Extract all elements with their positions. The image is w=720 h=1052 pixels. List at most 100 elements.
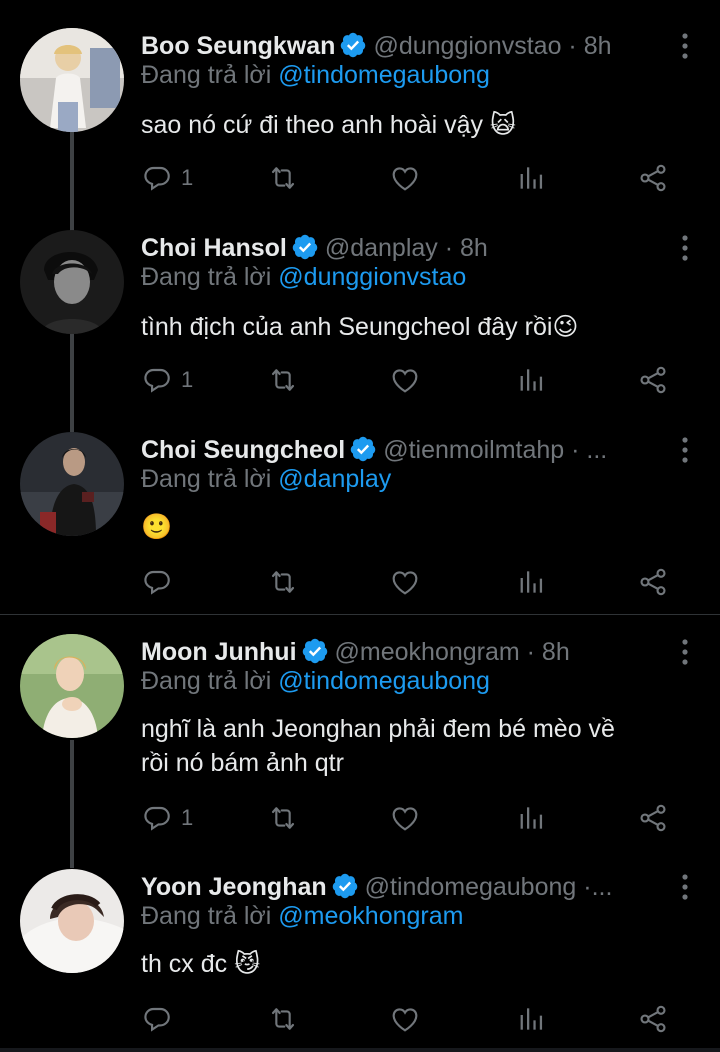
author-handle-time[interactable]: @tienmoilmtahp · ...	[383, 436, 607, 464]
heart-icon	[389, 1003, 421, 1035]
share-button[interactable]	[637, 1001, 669, 1037]
tweet-actions: 1	[141, 800, 681, 836]
reply-button[interactable]: 1	[141, 362, 193, 398]
views-icon	[515, 162, 547, 194]
more-options-icon[interactable]	[680, 32, 690, 60]
reply-button[interactable]: 1	[141, 800, 193, 836]
more-options-icon[interactable]	[680, 436, 690, 464]
tweet-text: 🙂	[141, 513, 173, 541]
reply-count: 1	[181, 165, 194, 190]
replying-to: Đang trả lời @dunggionvstao	[141, 260, 466, 294]
reply-count: 1	[181, 805, 194, 830]
share-icon	[637, 1003, 669, 1035]
retweet-button[interactable]	[267, 1001, 299, 1037]
author-name[interactable]: Choi Seungcheol	[141, 436, 345, 464]
tweet-actions: 1	[141, 362, 681, 398]
retweet-button[interactable]	[267, 564, 299, 600]
verified-badge-icon	[291, 233, 319, 261]
tweet-text: th cx đc 😼	[141, 950, 261, 978]
share-icon	[637, 566, 669, 598]
tweet[interactable]: Moon Junhui @meokhongram · 8h Đang trả lờ…	[0, 634, 720, 844]
tweet[interactable]: Choi Seungcheol @tienmoilmtahp · ... Đang…	[0, 432, 720, 612]
mention-link[interactable]: @tindomegaubong	[278, 61, 490, 89]
avatar-boo-seungkwan[interactable]	[20, 28, 124, 132]
mention-link[interactable]: @tindomegaubong	[278, 667, 490, 695]
verified-badge-icon	[349, 435, 377, 463]
like-button[interactable]	[389, 564, 421, 600]
reply-icon	[141, 162, 173, 194]
verified-badge-icon	[331, 872, 359, 900]
like-button[interactable]	[389, 800, 421, 836]
bottom-divider	[0, 1048, 720, 1052]
views-button[interactable]	[515, 800, 547, 836]
replying-label: Đang trả lời	[141, 263, 272, 291]
retweet-icon	[267, 162, 299, 194]
tweet-text: nghĩ là anh Jeonghan phải đem bé mèo về …	[141, 712, 701, 780]
avatar-choi-seungcheol[interactable]	[20, 432, 124, 536]
replying-label: Đang trả lời	[141, 667, 272, 695]
tweet-actions	[141, 1001, 681, 1037]
share-button[interactable]	[637, 564, 669, 600]
views-icon	[515, 1003, 547, 1035]
mention-link[interactable]: @meokhongram	[278, 902, 463, 930]
like-button[interactable]	[389, 362, 421, 398]
heart-icon	[389, 162, 421, 194]
author-handle-time[interactable]: @meokhongram · 8h	[335, 638, 570, 666]
heart-icon	[389, 802, 421, 834]
share-icon	[637, 364, 669, 396]
share-button[interactable]	[637, 362, 669, 398]
reply-button[interactable]: 1	[141, 160, 193, 196]
retweet-icon	[267, 1003, 299, 1035]
tweet-text-line: nghĩ là anh Jeonghan phải đem bé mèo về	[141, 715, 615, 743]
like-button[interactable]	[389, 160, 421, 196]
views-icon	[515, 566, 547, 598]
replying-to: Đang trả lời @tindomegaubong	[141, 664, 490, 698]
replying-label: Đang trả lời	[141, 61, 272, 89]
retweet-icon	[267, 566, 299, 598]
author-name[interactable]: Moon Junhui	[141, 638, 297, 666]
verified-badge-icon	[301, 637, 329, 665]
avatar-moon-junhui[interactable]	[20, 634, 124, 738]
tweet[interactable]: Yoon Jeonghan @tindomegaubong ·... Đang t…	[0, 869, 720, 1049]
reply-button[interactable]	[141, 564, 181, 600]
more-options-icon[interactable]	[680, 234, 690, 262]
avatar-yoon-jeonghan[interactable]	[20, 869, 124, 973]
retweet-button[interactable]	[267, 160, 299, 196]
views-button[interactable]	[515, 564, 547, 600]
retweet-button[interactable]	[267, 800, 299, 836]
replying-to: Đang trả lời @meokhongram	[141, 899, 463, 933]
avatar-choi-hansol[interactable]	[20, 230, 124, 334]
share-icon	[637, 802, 669, 834]
replying-label: Đang trả lời	[141, 465, 272, 493]
views-button[interactable]	[515, 1001, 547, 1037]
tweet-text: sao nó cứ đi theo anh hoài vậy 🙀	[141, 111, 516, 139]
thread-divider	[0, 614, 720, 615]
reply-icon	[141, 566, 173, 598]
author-handle-time[interactable]: @dunggionvstao · 8h	[373, 32, 611, 60]
views-button[interactable]	[515, 362, 547, 398]
share-button[interactable]	[637, 160, 669, 196]
share-icon	[637, 162, 669, 194]
share-button[interactable]	[637, 800, 669, 836]
mention-link[interactable]: @danplay	[278, 465, 391, 493]
more-options-icon[interactable]	[680, 873, 690, 901]
author-name[interactable]: Choi Hansol	[141, 234, 287, 262]
replying-label: Đang trả lời	[141, 902, 272, 930]
tweet[interactable]: Boo Seungkwan @dunggionvstao · 8h Đang tr…	[0, 28, 720, 208]
views-button[interactable]	[515, 160, 547, 196]
replying-to: Đang trả lời @danplay	[141, 462, 391, 496]
author-handle-time[interactable]: @tindomegaubong ·...	[365, 873, 613, 901]
retweet-button[interactable]	[267, 362, 299, 398]
reply-button[interactable]	[141, 1001, 181, 1037]
author-handle-time[interactable]: @danplay · 8h	[325, 234, 488, 262]
reply-icon	[141, 364, 173, 396]
like-button[interactable]	[389, 1001, 421, 1037]
retweet-icon	[267, 802, 299, 834]
tweet-actions	[141, 564, 681, 600]
views-icon	[515, 802, 547, 834]
more-options-icon[interactable]	[680, 638, 690, 666]
mention-link[interactable]: @dunggionvstao	[278, 263, 466, 291]
tweet[interactable]: Choi Hansol @danplay · 8h Đang trả lời @d…	[0, 230, 720, 410]
author-name[interactable]: Yoon Jeonghan	[141, 873, 327, 901]
author-name[interactable]: Boo Seungkwan	[141, 32, 335, 60]
